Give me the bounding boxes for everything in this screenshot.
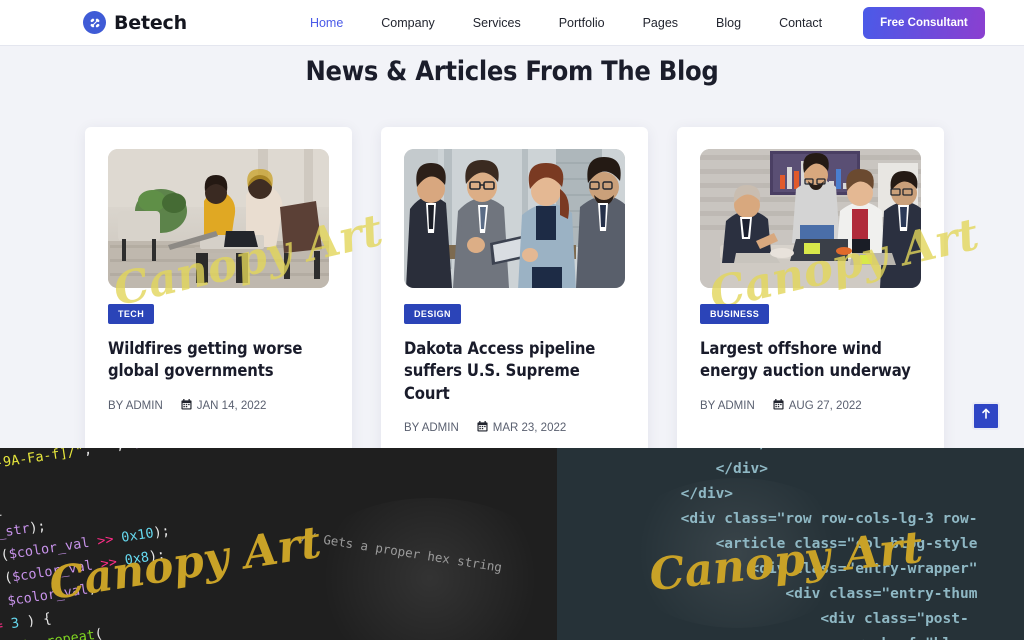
card-thumbnail[interactable] [700, 149, 921, 288]
card-meta: BY ADMIN [404, 420, 625, 435]
card-meta: BY ADMIN [700, 398, 921, 413]
nav-item-portfolio[interactable]: Portfolio [540, 16, 624, 30]
card-title[interactable]: Wildfires getting worse global governmen… [108, 338, 329, 383]
page-root: Betech Home Company Services Portfolio P… [0, 0, 1024, 640]
blog-card[interactable]: Canopy Art BUSINESS Largest offshore win… [677, 127, 983, 465]
calendar-icon [181, 398, 192, 413]
card-thumbnail[interactable] [108, 149, 329, 288]
card-title[interactable]: Largest offshore wind energy auction und… [700, 338, 921, 383]
nav-item-blog[interactable]: Blog [697, 16, 760, 30]
card-author: BY ADMIN [108, 400, 163, 412]
blog-card[interactable]: Canopy Art TECH Wildfires getting worse … [85, 127, 387, 465]
nav-item-company[interactable]: Company [362, 16, 454, 30]
card-meta: BY ADMIN [108, 398, 329, 413]
php-code-block: ) $return_string = false, $separator eg_… [0, 448, 197, 640]
card-date-label: JAN 14, 2022 [196, 399, 267, 412]
nav-item-contact[interactable]: Contact [760, 16, 841, 30]
card-thumbnail[interactable] [404, 149, 625, 288]
card-category-badge[interactable]: DESIGN [404, 304, 461, 324]
calendar-icon [773, 398, 784, 413]
main-nav: Home Company Services Portfolio Pages Bl… [291, 6, 985, 39]
card-date: JAN 14, 2022 [181, 398, 267, 413]
card-title[interactable]: Dakota Access pipeline suffers U.S. Supr… [404, 338, 625, 405]
free-consultant-button[interactable]: Free Consultant [863, 6, 985, 39]
html-code-panel: </h1> </div> </div> <div class="row row-… [557, 448, 1024, 640]
card-author-label: BY ADMIN [108, 399, 163, 412]
php-code-panel: ) $return_string = false, $separator eg_… [0, 448, 557, 640]
brand-logo[interactable]: Betech [83, 11, 187, 34]
card-author-label: BY ADMIN [404, 421, 459, 434]
arrow-up-icon [980, 407, 992, 425]
php-comment: // Gets a proper hex string [300, 528, 504, 575]
card-date-label: MAR 23, 2022 [492, 421, 567, 434]
card-category-badge[interactable]: BUSINESS [700, 304, 770, 324]
card-date-label: AUG 27, 2022 [788, 399, 862, 412]
card-author: BY ADMIN [700, 400, 755, 412]
card-date: MAR 23, 2022 [477, 420, 567, 435]
nav-item-services[interactable]: Services [454, 16, 540, 30]
nav-item-home[interactable]: Home [291, 16, 362, 30]
site-header: Betech Home Company Services Portfolio P… [0, 0, 1024, 46]
card-category-badge[interactable]: TECH [108, 304, 155, 324]
html-code-block: </h1> </div> </div> <div class="row row-… [680, 448, 978, 640]
code-background-strip: ) $return_string = false, $separator eg_… [0, 448, 1024, 640]
nav-item-pages[interactable]: Pages [624, 16, 697, 30]
calendar-icon [477, 420, 488, 435]
blog-card-grid: Canopy Art TECH Wildfires getting worse … [85, 127, 983, 465]
blog-card[interactable]: DESIGN Dakota Access pipeline suffers U.… [381, 127, 648, 465]
card-author: BY ADMIN [404, 422, 459, 434]
card-date: AUG 27, 2022 [773, 398, 862, 413]
brand-name: Betech [114, 11, 187, 34]
scroll-to-top-button[interactable] [972, 402, 1000, 430]
page-title: News & Articles From The Blog [305, 56, 719, 87]
pinwheel-icon [83, 11, 106, 34]
card-author-label: BY ADMIN [700, 399, 755, 412]
